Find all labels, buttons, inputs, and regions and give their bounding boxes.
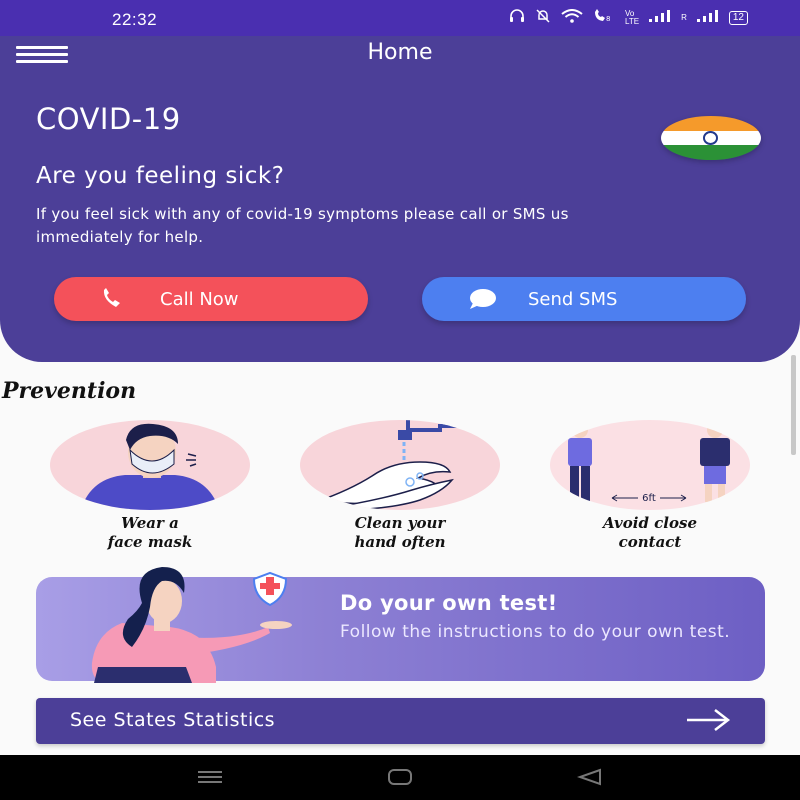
home-icon[interactable]	[386, 767, 414, 791]
svg-text:8: 8	[606, 15, 610, 23]
battery-indicator: 12	[728, 10, 748, 25]
status-bar: 22:32 8 Vo LTE R 12	[0, 0, 800, 40]
send-sms-button[interactable]: Send SMS	[422, 277, 746, 321]
hero-panel: Home COVID-19 Are you feeling sick? If y…	[0, 36, 800, 362]
see-states-statistics-button[interactable]: See States Statistics	[36, 698, 765, 744]
test-card-title: Do your own test!	[340, 591, 558, 615]
hero-title: COVID-19	[36, 102, 181, 136]
system-nav-bar	[0, 755, 800, 800]
scrollbar[interactable]	[791, 355, 796, 455]
send-sms-label: Send SMS	[528, 288, 618, 310]
own-test-card[interactable]: Do your own test! Follow the instruction…	[36, 567, 765, 683]
signal-icon	[649, 10, 671, 25]
page-title: Home	[367, 40, 433, 65]
india-flag-icon[interactable]	[661, 116, 761, 160]
back-icon[interactable]	[576, 767, 604, 791]
prevention-label: Clean your hand often	[354, 514, 446, 551]
status-time: 22:32	[112, 10, 158, 29]
call-now-button[interactable]: Call Now	[54, 277, 368, 321]
face-mask-illustration	[50, 420, 250, 510]
volte-icon: Vo LTE	[625, 8, 640, 26]
prevention-label: Avoid close contact	[603, 514, 697, 551]
app-bar: Home	[0, 36, 800, 76]
arrow-right-icon	[685, 708, 731, 736]
vowifi-icon: 8	[593, 9, 615, 26]
hero-question: Are you feeling sick?	[36, 163, 285, 189]
prevention-label: Wear a face mask	[107, 514, 193, 551]
headphones-icon	[509, 9, 525, 26]
chat-bubble-icon	[462, 288, 502, 310]
test-card-description: Follow the instructions to do your own t…	[340, 622, 731, 642]
mute-icon	[535, 9, 551, 26]
hero-description: If you feel sick with any of covid-19 sy…	[36, 205, 569, 246]
recents-icon[interactable]	[196, 767, 224, 791]
roaming-label: R	[681, 13, 687, 22]
wifi-icon	[561, 9, 583, 26]
distance-label: 6ft	[642, 493, 656, 504]
prevention-item-hands[interactable]: Clean your hand often	[300, 420, 500, 560]
prevention-title: Prevention	[2, 378, 137, 404]
signal-r-icon	[696, 10, 719, 25]
prevention-item-distance[interactable]: 6ft Avoid close contact	[550, 420, 750, 560]
hand-washing-illustration	[300, 420, 500, 510]
status-indicators: 8 Vo LTE R 12	[509, 9, 748, 26]
call-now-label: Call Now	[160, 288, 239, 310]
woman-illustration	[91, 567, 292, 683]
screen: 22:32 8 Vo LTE R 12 Home COVID-19 Are yo…	[0, 0, 800, 800]
prevention-item-mask[interactable]: Wear a face mask	[50, 420, 250, 560]
social-distance-illustration: 6ft	[550, 420, 750, 510]
states-button-label: See States Statistics	[70, 709, 276, 731]
phone-icon	[94, 288, 134, 310]
